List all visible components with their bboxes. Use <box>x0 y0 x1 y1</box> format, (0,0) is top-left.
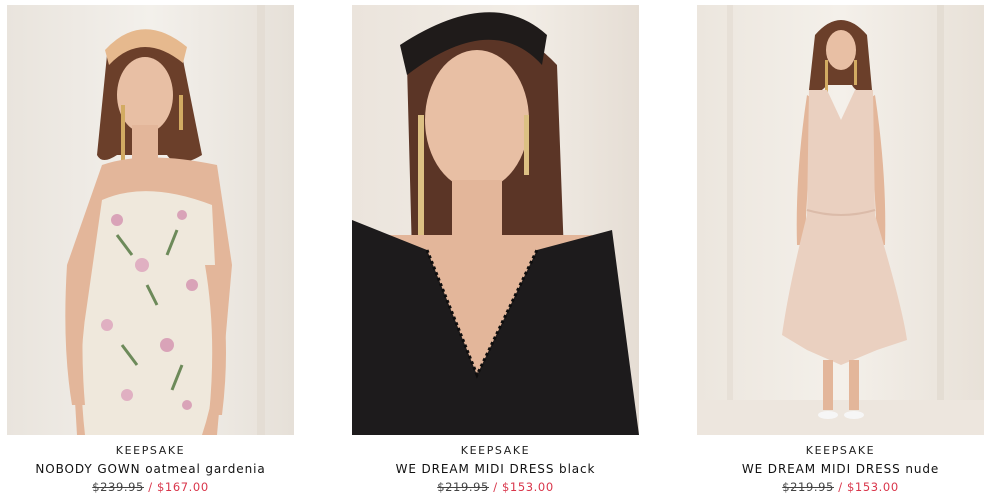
product-name[interactable]: WE DREAM MIDI DRESS black <box>352 461 639 477</box>
sale-price: $153.00 <box>847 480 899 494</box>
price-separator: / <box>493 480 498 494</box>
product-brand: KEEPSAKE <box>115 444 186 457</box>
product-price: $239.95 / $167.00 <box>7 479 294 495</box>
price-separator: / <box>148 480 153 494</box>
product-brand: KEEPSAKE <box>460 444 531 457</box>
product-grid: KEEPSAKE NOBODY GOWN oatmeal gardenia $2… <box>0 0 995 496</box>
product-card[interactable]: KEEPSAKE WE DREAM MIDI DRESS nude $219.9… <box>697 5 984 495</box>
product-image[interactable] <box>7 5 294 435</box>
sale-price: $153.00 <box>502 480 554 494</box>
product-card[interactable]: KEEPSAKE WE DREAM MIDI DRESS black $219.… <box>352 5 639 495</box>
original-price: $239.95 <box>92 480 144 494</box>
original-price: $219.95 <box>782 480 834 494</box>
model-floral-gown-photo <box>7 5 294 435</box>
product-image[interactable] <box>352 5 639 435</box>
product-image[interactable] <box>697 5 984 435</box>
product-brand: KEEPSAKE <box>805 444 876 457</box>
product-name[interactable]: WE DREAM MIDI DRESS nude <box>697 461 984 477</box>
sale-price: $167.00 <box>157 480 209 494</box>
product-price: $219.95 / $153.00 <box>697 479 984 495</box>
product-price: $219.95 / $153.00 <box>352 479 639 495</box>
model-nude-dress-photo <box>697 5 984 435</box>
product-name[interactable]: NOBODY GOWN oatmeal gardenia <box>7 461 294 477</box>
model-black-dress-photo <box>352 5 639 435</box>
price-separator: / <box>838 480 843 494</box>
product-card[interactable]: KEEPSAKE NOBODY GOWN oatmeal gardenia $2… <box>7 5 294 495</box>
original-price: $219.95 <box>437 480 489 494</box>
